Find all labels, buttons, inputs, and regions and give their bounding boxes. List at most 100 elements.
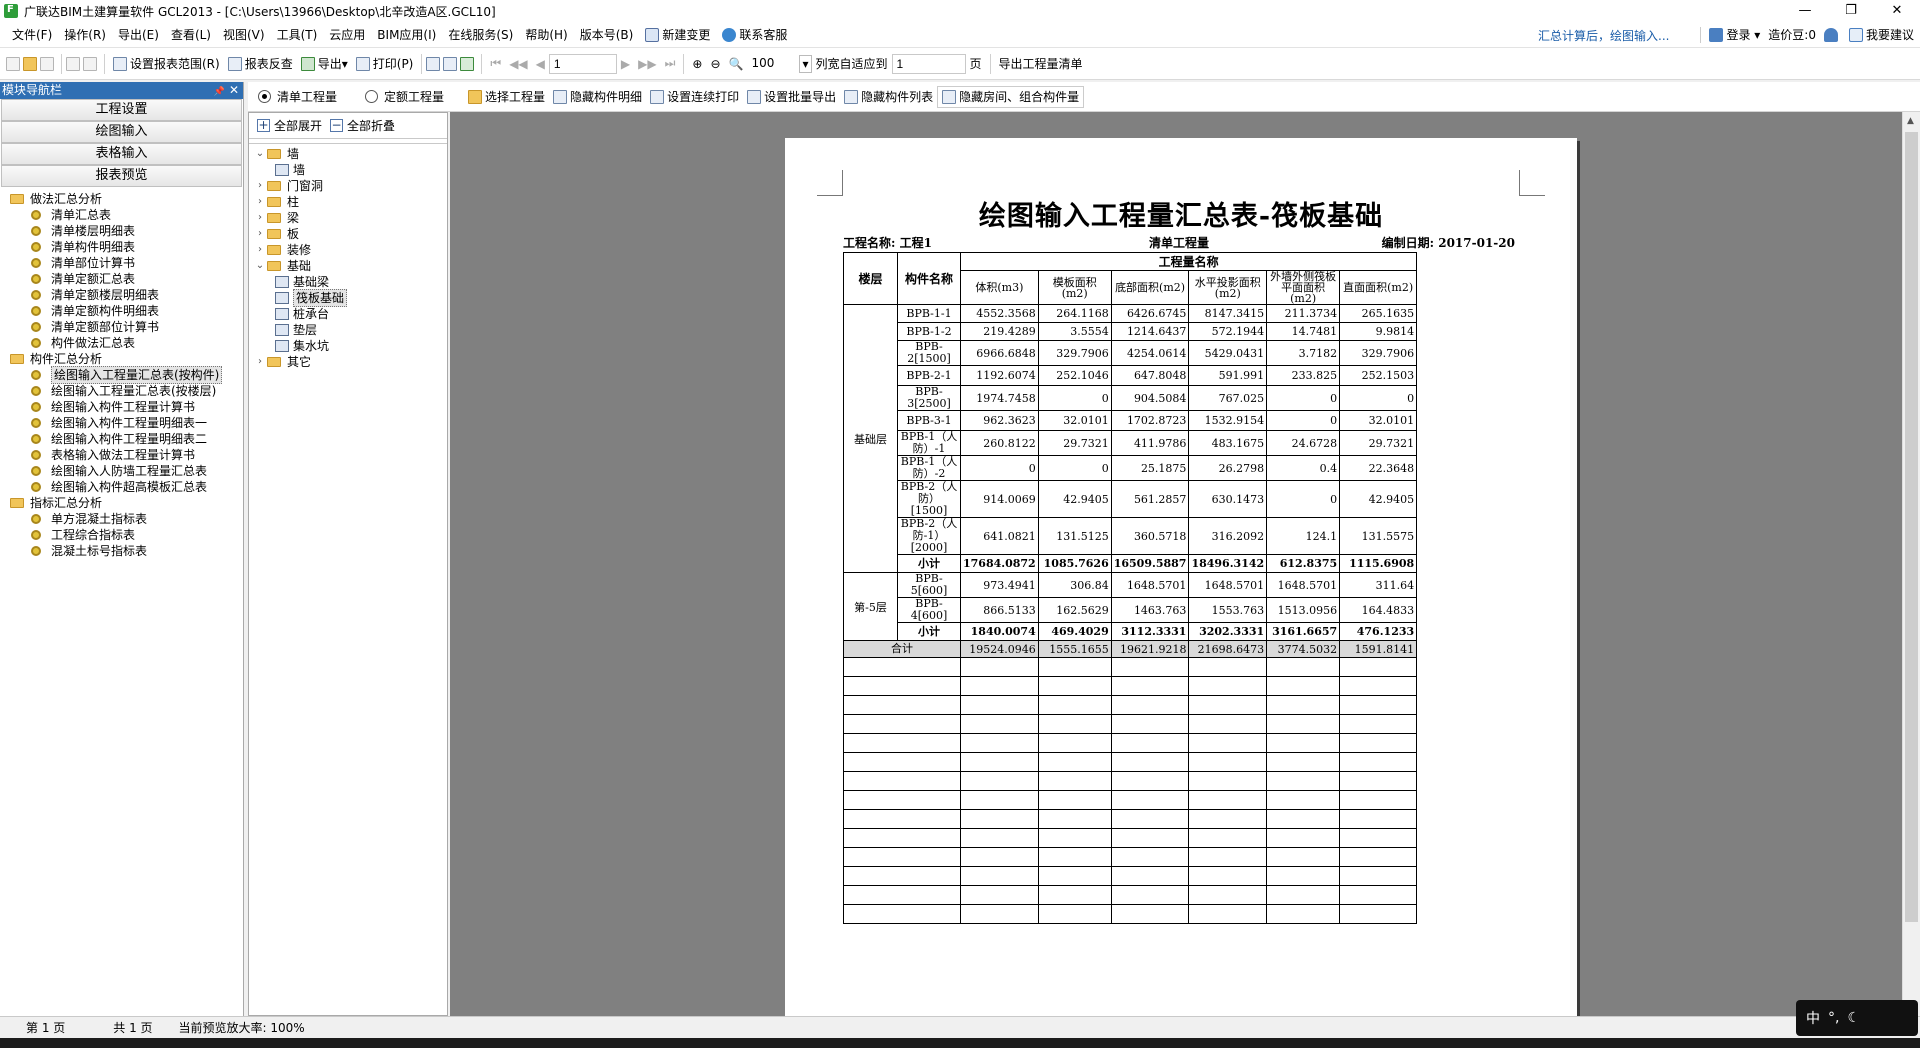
nav-group[interactable]: 指标汇总分析	[0, 495, 243, 511]
component-tree-node[interactable]: 基础梁	[249, 274, 447, 290]
prev-ten-button[interactable]: ◀◀	[505, 53, 531, 75]
component-tree-node[interactable]: › 其它	[249, 354, 447, 370]
nav-group[interactable]: 做法汇总分析	[0, 191, 243, 207]
hide-detail-button[interactable]: 隐藏构件明细	[549, 86, 646, 108]
menu-online[interactable]: 在线服务(S)	[442, 26, 519, 43]
contact-service-button[interactable]: 联系客服	[716, 26, 793, 43]
collapse-all-button[interactable]: − 全部折叠	[326, 115, 399, 137]
page-number-input[interactable]	[548, 53, 617, 74]
export-button[interactable]: 导出 ▾	[297, 53, 352, 75]
menu-version[interactable]: 版本号(B)	[574, 26, 640, 43]
menu-bim[interactable]: BIM应用(I)	[371, 26, 442, 43]
component-tree-node[interactable]: › 门窗洞	[249, 178, 447, 194]
nav-report-item[interactable]: 清单部位计算书	[0, 255, 243, 271]
nav-table-input[interactable]: 表格输入	[1, 143, 242, 165]
nav-report-item[interactable]: 单方混凝土指标表	[0, 511, 243, 527]
nav-report-item[interactable]: 绘图输入工程量汇总表(按楼层)	[0, 383, 243, 399]
nav-report-item[interactable]: 清单定额构件明细表	[0, 303, 243, 319]
nav-report-item[interactable]: 绘图输入构件工程量明细表一	[0, 415, 243, 431]
nav-report-item[interactable]: 绘图输入构件工程量明细表二	[0, 431, 243, 447]
undo-icon[interactable]	[66, 56, 80, 71]
menu-operation[interactable]: 操作(R)	[58, 26, 112, 43]
nav-report-item[interactable]: 清单构件明细表	[0, 239, 243, 255]
print-button[interactable]: 打印(P)	[352, 53, 418, 75]
batch-export-button[interactable]: 设置批量导出	[743, 86, 840, 108]
zoom-icon[interactable]: 🔍	[725, 53, 748, 75]
nav-report-item[interactable]: 绘图输入工程量汇总表(按构件)	[0, 366, 243, 384]
single-page-icon[interactable]	[426, 56, 441, 71]
expand-caret-icon[interactable]: ›	[253, 226, 267, 242]
component-tree-node[interactable]: › 装修	[249, 242, 447, 258]
menu-tools[interactable]: 工具(T)	[271, 26, 324, 43]
menu-file[interactable]: 文件(F)	[6, 26, 58, 43]
save-icon[interactable]	[40, 56, 54, 71]
new-change-button[interactable]: 新建变更	[639, 26, 716, 43]
hide-room-button[interactable]: 隐藏房间、组合构件量	[937, 85, 1085, 108]
nav-drawing-input[interactable]: 绘图输入	[1, 121, 242, 143]
expand-caret-icon[interactable]: ›	[253, 178, 267, 194]
open-file-icon[interactable]	[23, 56, 37, 71]
nav-report-item[interactable]: 构件做法汇总表	[0, 335, 243, 351]
notice-link[interactable]: 汇总计算后，绘图输入...	[1538, 27, 1669, 44]
pin-icon[interactable]: 📌	[214, 87, 225, 97]
nav-report-item[interactable]: 清单定额楼层明细表	[0, 287, 243, 303]
nav-report-item[interactable]: 工程综合指标表	[0, 527, 243, 543]
component-tree-node[interactable]: › 梁	[249, 210, 447, 226]
nav-report-item[interactable]: 清单定额部位计算书	[0, 319, 243, 335]
expand-caret-icon[interactable]: ›	[253, 242, 267, 258]
expand-caret-icon[interactable]: ›	[253, 210, 267, 226]
zoom-value[interactable]: 100	[747, 53, 800, 74]
close-panel-icon[interactable]: ✕	[229, 83, 239, 97]
radio-quota-quantity[interactable]: 定额工程量	[361, 86, 448, 108]
component-tree-node[interactable]: ⌄ 基础	[249, 258, 447, 274]
nav-report-item[interactable]: 表格输入做法工程量计算书	[0, 447, 243, 463]
nav-report-item[interactable]: 清单汇总表	[0, 207, 243, 223]
menu-help[interactable]: 帮助(H)	[519, 26, 573, 43]
export-bill-button[interactable]: 导出工程量清单	[995, 53, 1087, 75]
bell-icon[interactable]	[1823, 27, 1838, 42]
radio-bill-quantity[interactable]: 清单工程量	[254, 86, 341, 108]
nav-report-item[interactable]: 绘图输入构件工程量计算书	[0, 399, 243, 415]
new-file-icon[interactable]	[6, 56, 20, 71]
login-button[interactable]: 登录 ▾	[1709, 26, 1760, 43]
last-page-button[interactable]: ⏭	[661, 53, 680, 75]
menu-view-l[interactable]: 查看(L)	[165, 26, 217, 43]
nav-report-preview[interactable]: 报表预览	[1, 165, 242, 187]
nav-report-item[interactable]: 混凝土标号指标表	[0, 543, 243, 559]
report-check-button[interactable]: 报表反查	[224, 53, 297, 75]
set-report-range-button[interactable]: 设置报表范围(R)	[109, 53, 224, 75]
fit-pages-input[interactable]	[891, 53, 966, 74]
nav-report-item[interactable]: 清单楼层明细表	[0, 223, 243, 239]
component-tree-node[interactable]: 垫层	[249, 322, 447, 338]
zoom-in-button[interactable]: ⊕	[688, 53, 706, 75]
expand-caret-icon[interactable]: ›	[253, 194, 267, 210]
component-tree-node[interactable]: › 板	[249, 226, 447, 242]
first-page-button[interactable]: ⏮	[486, 53, 505, 75]
ime-indicator[interactable]: 中 °, ☾	[1796, 1000, 1918, 1036]
two-page-icon[interactable]	[443, 56, 458, 71]
nav-group[interactable]: 构件汇总分析	[0, 351, 243, 367]
expand-caret-icon[interactable]: ›	[253, 354, 267, 370]
preview-vertical-scrollbar[interactable]: ▲	[1902, 112, 1920, 1016]
component-tree-node[interactable]: 集水坑	[249, 338, 447, 354]
continuous-print-button[interactable]: 设置连续打印	[646, 86, 743, 108]
price-beans[interactable]: 造价豆:0	[1768, 26, 1816, 43]
menu-cloud[interactable]: 云应用	[323, 26, 371, 43]
nav-project-settings[interactable]: 工程设置	[1, 99, 242, 121]
multi-page-icon[interactable]	[460, 56, 475, 71]
menu-view[interactable]: 视图(V)	[217, 26, 271, 43]
hide-list-button[interactable]: 隐藏构件列表	[840, 86, 937, 108]
component-tree-node[interactable]: 筏板基础	[249, 289, 447, 307]
close-button[interactable]: ✕	[1874, 0, 1920, 22]
next-page-button[interactable]: ▶	[617, 53, 634, 75]
scroll-up-arrow[interactable]: ▲	[1907, 116, 1914, 126]
expand-caret-icon[interactable]: ⌄	[253, 146, 267, 162]
prev-page-button[interactable]: ◀	[532, 53, 549, 75]
expand-all-button[interactable]: + 全部展开	[253, 115, 326, 137]
next-ten-button[interactable]: ▶▶	[634, 53, 660, 75]
component-tree-node[interactable]: › 柱	[249, 194, 447, 210]
nav-report-item[interactable]: 绘图输入人防墙工程量汇总表	[0, 463, 243, 479]
menu-export[interactable]: 导出(E)	[112, 26, 165, 43]
component-tree-node[interactable]: ⌄ 墙	[249, 146, 447, 162]
expand-caret-icon[interactable]: ⌄	[253, 258, 267, 274]
